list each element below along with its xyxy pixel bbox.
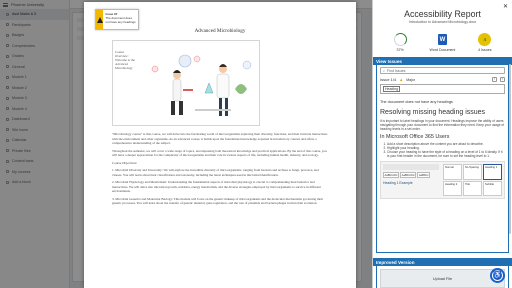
word-ribbon: [383, 164, 439, 170]
document-paragraph: "Microbiology course" is this course, we…: [112, 132, 328, 145]
style-sample: AaBbCc: [417, 172, 431, 178]
style-name: Heading 1: [483, 164, 502, 180]
document-paragraph: 2. Microbial Physiology and Metabolism: …: [112, 180, 321, 193]
issue-description: The document does not have any headings: [380, 100, 453, 104]
scientists-illustration: [151, 54, 252, 116]
score-stat: 37%: [382, 33, 418, 52]
resolution-title: Resolving missing heading issues: [380, 109, 486, 116]
word-styles-screenshot: AaBbCcDc AaBbCcDc AaBbCc Heading 1 Examp…: [380, 161, 505, 199]
report-filename: Introduction to Advanced Microbiology.do…: [408, 20, 477, 24]
course-banner-image: Course Overview: Welcome to the Advanced…: [112, 40, 260, 126]
accessibility-icon: ♿: [492, 270, 503, 281]
word-document-icon: W: [437, 34, 447, 45]
warning-bar: [96, 10, 104, 29]
improved-version-section: Upload File: [376, 266, 509, 288]
issues-stat: 4 4 Issues: [467, 33, 503, 52]
doc-type-stat: W Word Document: [424, 33, 460, 52]
improved-version-header[interactable]: Improved Version: [373, 258, 512, 266]
report-title: Accessibility Report: [404, 9, 481, 19]
popup-text: The document does not have any headings: [105, 15, 136, 24]
document-title: Advanced Microbiology: [194, 28, 246, 34]
issue-highlight-popup: Issue ## The document does not have any …: [95, 9, 139, 30]
issue-navigator: Issue 1/4 ▲ Major ‹ ›: [380, 77, 505, 82]
office-instructions-title: In Microsoft Office 365 Users: [380, 134, 450, 140]
style-name: Subtitle: [483, 180, 502, 196]
view-issues-section: ⌕ Find Issues Issue 1/4 ▲ Major ‹ › Head…: [376, 65, 509, 253]
style-name: No Spacing: [463, 164, 482, 180]
document-paragraph: Throughout the semester, we will cover a…: [112, 148, 327, 158]
issues-count-badge: 4: [478, 33, 492, 46]
find-issues-input[interactable]: ⌕ Find Issues: [380, 67, 505, 74]
issue-counter: Issue 1/4: [380, 77, 397, 82]
document-paragraph: Course Objectives:: [112, 160, 138, 165]
banner-text: Course Overview: Welcome to the Advanced…: [115, 50, 135, 70]
next-issue-button[interactable]: ›: [500, 77, 505, 82]
search-icon: ⌕: [383, 68, 386, 73]
report-stats: 37% W Word Document 4 4 Issues: [373, 33, 512, 52]
document-paragraph: 1. Microbial Diversity and Taxonomy: We …: [112, 168, 319, 177]
issue-type-tag: Heading: [383, 86, 401, 92]
step-item: Choose your heading to have the style of…: [387, 150, 505, 158]
style-name: Heading 2: [443, 180, 462, 196]
report-scrollbar[interactable]: [509, 64, 511, 234]
resolution-text: It is important to label headings in you…: [380, 119, 505, 131]
office-steps: Add a short description above the conten…: [380, 142, 505, 158]
accessibility-report-panel: ✕ Accessibility Report Introduction to A…: [372, 0, 512, 288]
document-preview: Advanced Microbiology Course Overview: W…: [84, 2, 356, 288]
upload-file-button[interactable]: Upload File: [380, 269, 505, 288]
style-name: Normal: [443, 164, 462, 180]
view-issues-header[interactable]: View Issues: [373, 57, 512, 65]
major-warning-icon: ▲: [399, 77, 404, 82]
issues-label: 4 Issues: [478, 48, 492, 52]
score-label: 37%: [396, 48, 404, 52]
previous-issue-button[interactable]: ‹: [492, 77, 497, 82]
sample-heading-text: Heading 1 Example: [383, 181, 413, 185]
style-sample: AaBbCcDc: [400, 172, 417, 178]
score-gauge-icon: [393, 33, 407, 46]
accessibility-button[interactable]: ♿: [490, 268, 505, 283]
style-name: Title: [463, 180, 482, 196]
find-issues-placeholder: Find Issues: [387, 68, 406, 73]
document-paragraph: 3. Microbial Genetics and Molecular Biol…: [112, 196, 324, 206]
warning-icon: [96, 16, 103, 23]
document-body: "Microbiology course" is this course, we…: [112, 132, 328, 206]
style-sample: AaBbCcDc: [383, 172, 400, 178]
severity-label: Major: [406, 77, 415, 82]
issue-type-select[interactable]: Heading: [380, 84, 505, 94]
doc-type-label: Word Document: [429, 48, 456, 52]
close-icon[interactable]: ✕: [503, 3, 508, 10]
